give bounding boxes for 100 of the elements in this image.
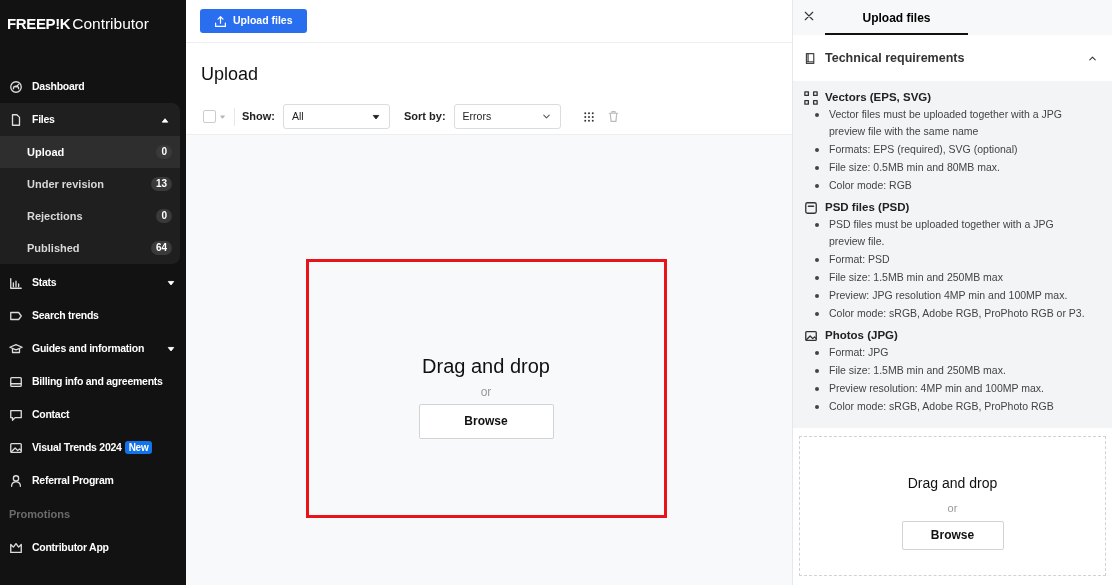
nav-subitem[interactable]: Rejections 0 xyxy=(0,200,180,232)
new-badge: New xyxy=(124,441,153,454)
nav-label: Published xyxy=(27,240,81,256)
nav-group-toggle[interactable]: Guides and information xyxy=(0,332,186,365)
card-icon xyxy=(9,374,23,389)
nav-label: Upload xyxy=(27,144,66,160)
page-title: Upload xyxy=(200,63,260,86)
nav-subitem[interactable]: Published 64 xyxy=(0,232,180,264)
requirement-text: PSD files must be uploaded together with a JPG preview file. xyxy=(829,217,1055,249)
bullet-icon xyxy=(815,223,819,227)
bullet-icon xyxy=(815,258,819,262)
count-badge: 64 xyxy=(150,241,172,255)
vector-nodes-icon xyxy=(804,90,818,105)
bar-chart-icon xyxy=(9,275,23,290)
nav-label: Dashboard xyxy=(32,78,85,94)
bullet-icon xyxy=(815,351,819,355)
count-badge: 0 xyxy=(156,145,172,159)
or-text: or xyxy=(947,501,958,516)
nav-subitem[interactable]: Under revision 13 xyxy=(0,168,180,200)
file-icon xyxy=(9,112,23,127)
drop-title: Drag and drop xyxy=(422,353,550,379)
count-badge: 0 xyxy=(156,209,172,223)
requirement-text: Preview resolution: 4MP min and 100MP max. xyxy=(829,381,1044,396)
requirement-text: File size: 1.5MB min and 250MB max xyxy=(829,270,1003,285)
logo-wordmark: FREEP!K xyxy=(7,14,71,34)
group-title: PSD files (PSD) xyxy=(825,199,910,215)
nav-group-toggle[interactable]: Files xyxy=(0,103,180,136)
bullet-icon xyxy=(815,369,819,373)
nav-item[interactable]: Contributor App xyxy=(0,531,186,564)
requirement-text: Color mode: sRGB, Adobe RGB, ProPhoto RGB or P3. xyxy=(829,306,1085,321)
requirement-text: Vector files must be uploaded together with a JPG preview file with the same name xyxy=(829,107,1063,139)
requirement-text: File size: 1.5MB min and 250MB max. xyxy=(829,363,1006,378)
nav-label: Under revision xyxy=(27,176,106,192)
requirement-text: Color mode: sRGB, Adobe RGB, ProPhoto RGB xyxy=(829,399,1054,414)
book-icon xyxy=(804,51,817,65)
count-badge: 13 xyxy=(150,177,172,191)
nav-label: Files xyxy=(32,111,55,127)
drop-title: Drag and drop xyxy=(907,474,998,493)
layer-file-icon xyxy=(804,200,818,215)
person-icon xyxy=(9,473,23,488)
nav-item[interactable]: Contact xyxy=(0,398,186,431)
gauge-icon xyxy=(9,79,23,94)
nav-group-toggle[interactable]: Stats xyxy=(0,266,186,299)
browse-button[interactable]: Browse xyxy=(901,520,1004,550)
nav-label: Billing info and agreements xyxy=(32,373,163,389)
nav-item[interactable]: Dashboard xyxy=(0,70,186,103)
group-title: Photos (JPG) xyxy=(825,327,898,343)
bullet-icon xyxy=(815,294,819,298)
nav-item[interactable]: Visual Trends 2024 New xyxy=(0,431,186,464)
requirement-text: Preview: JPG resolution 4MP min and 100MP max. xyxy=(829,288,1068,303)
bullet-icon xyxy=(815,312,819,316)
nav-label: Rejections xyxy=(27,208,84,224)
bullet-icon xyxy=(815,148,819,152)
close-icon[interactable] xyxy=(803,10,815,22)
crown-icon xyxy=(9,540,23,555)
nav-label: Stats xyxy=(32,274,57,290)
browse-button[interactable]: Browse xyxy=(418,403,554,439)
nav-item[interactable]: Referral Program xyxy=(0,464,186,497)
select-value: All xyxy=(292,108,304,124)
show-select[interactable]: All xyxy=(283,104,390,129)
bullet-icon xyxy=(815,166,819,170)
sort-label: Sort by: xyxy=(404,109,446,125)
nav-label: Contact xyxy=(32,406,70,422)
drop-zone[interactable]: Drag and drop or Browse xyxy=(799,436,1106,576)
sort-select[interactable]: Errors xyxy=(453,104,561,129)
nav-label: Referral Program xyxy=(32,472,114,488)
or-text: or xyxy=(480,383,492,401)
section-title: Technical requirements xyxy=(825,49,966,67)
nav-label: Visual Trends 2024 xyxy=(32,439,122,455)
grid-icon[interactable] xyxy=(582,110,595,123)
nav-label: Contributor App xyxy=(32,539,109,555)
select-value: Errors xyxy=(462,108,492,124)
requirements-header[interactable]: Technical requirements xyxy=(793,35,1112,81)
nav-item[interactable]: Search trends xyxy=(0,299,186,332)
bullet-icon xyxy=(815,387,819,391)
bullet-icon xyxy=(815,405,819,409)
image-icon xyxy=(9,440,23,455)
chevron-down-icon xyxy=(540,111,552,122)
nav-subitem[interactable]: Upload 0 xyxy=(0,136,180,168)
requirement-text: Color mode: RGB xyxy=(829,178,912,193)
upload-files-button[interactable]: Upload files xyxy=(200,9,307,33)
nav-item[interactable]: Billing info and agreements xyxy=(0,365,186,398)
requirement-text: Formats: EPS (required), SVG (optional) xyxy=(829,142,1018,157)
group-title: Vectors (EPS, SVG) xyxy=(825,89,932,105)
drop-zone[interactable]: Drag and drop or Browse xyxy=(305,259,667,518)
requirement-text: File size: 0.5MB min and 80MB max. xyxy=(829,160,1000,175)
section-heading: Promotions xyxy=(8,506,72,522)
show-label: Show: xyxy=(242,109,275,125)
requirement-text: Format: JPG xyxy=(829,345,889,360)
upload-icon xyxy=(214,14,227,28)
requirement-text: Format: PSD xyxy=(829,252,890,267)
logo-subtitle: Contributor xyxy=(72,14,149,34)
select-all-checkbox[interactable] xyxy=(203,110,216,123)
image-icon xyxy=(804,328,818,343)
bullet-icon xyxy=(815,276,819,280)
nav-label: Guides and information xyxy=(32,340,145,356)
graduation-cap-icon xyxy=(9,341,23,356)
chat-icon xyxy=(9,407,23,422)
bullet-icon xyxy=(815,184,819,188)
bullet-icon xyxy=(815,113,819,117)
